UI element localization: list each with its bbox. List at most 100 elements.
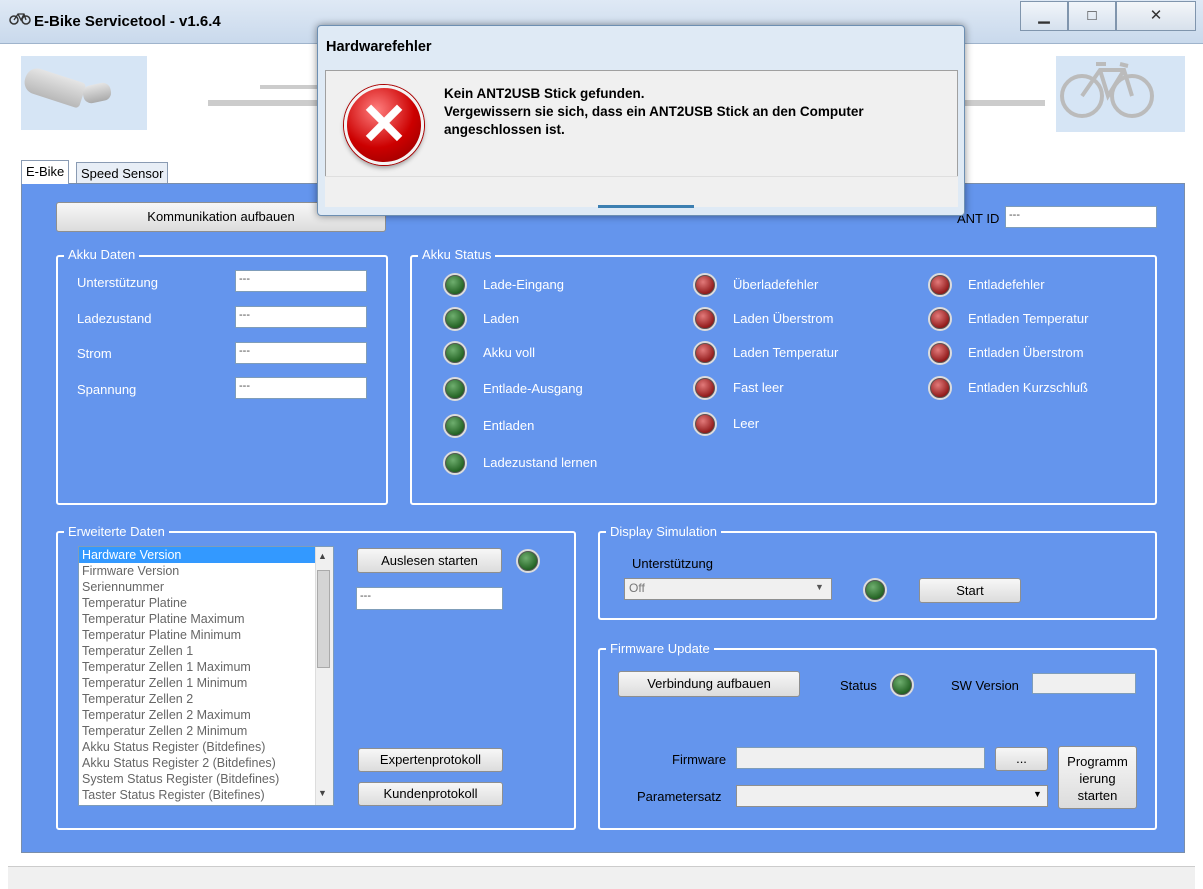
start-button[interactable]: Start (919, 578, 1021, 603)
status-lade-eingang: Lade-Eingang (483, 277, 564, 292)
expertenprotokoll-button[interactable]: Expertenprotokoll (358, 748, 503, 772)
status-bar (8, 866, 1195, 889)
list-item[interactable]: Akku Status Register (Bitdefines) (79, 739, 333, 755)
sw-version-field (1032, 673, 1136, 694)
unterstuetzung-select[interactable]: Off (624, 578, 832, 600)
led-entladen-kurzschluss (928, 376, 952, 400)
status-laden-temperatur: Laden Temperatur (733, 345, 839, 360)
led-entladen (443, 414, 467, 438)
led-leer (693, 412, 717, 436)
scrollbar-thumb[interactable] (317, 570, 330, 668)
verbindung-aufbauen-button[interactable]: Verbindung aufbauen (618, 671, 800, 697)
scroll-down-icon[interactable]: ▼ (318, 788, 327, 798)
maximize-button[interactable]: □ (1068, 1, 1116, 31)
firmware-path-field[interactable] (736, 747, 985, 769)
list-item[interactable]: Temperatur Platine Maximum (79, 611, 333, 627)
list-item[interactable]: Temperatur Platine (79, 595, 333, 611)
status-entladen-ueberstrom: Entladen Überstrom (968, 345, 1084, 360)
led-laden-ueberstrom (693, 307, 717, 331)
akku-label-unterstuetzung: Unterstützung (77, 275, 158, 290)
status-fast-leer: Fast leer (733, 380, 784, 395)
scroll-up-icon[interactable]: ▲ (318, 551, 327, 561)
ladezustand-field[interactable]: --- (235, 306, 367, 328)
status-akku-voll: Akku voll (483, 345, 536, 360)
led-ladezustand-lernen (443, 451, 467, 475)
display-unterstuetzung-label: Unterstützung (632, 556, 713, 571)
led-entladen-ueberstrom (928, 341, 952, 365)
dialog-button-bar (325, 176, 958, 207)
status-laden-ueberstrom: Laden Überstrom (733, 311, 834, 326)
chevron-down-icon[interactable]: ▼ (1033, 789, 1042, 799)
dialog-message-line1: Kein ANT2USB Stick gefunden. (444, 86, 645, 101)
list-item[interactable]: Akku Status Register 2 (Bitdefines) (79, 755, 333, 771)
bicycle-logo (1056, 56, 1185, 132)
speed-line-decoration (260, 85, 320, 89)
erweiterte-daten-list[interactable]: Hardware Version Firmware Version Serien… (78, 546, 334, 806)
status-entladefehler: Entladefehler (968, 277, 1045, 292)
led-fast-leer (693, 376, 717, 400)
status-ueberladefehler: Überladefehler (733, 277, 819, 292)
erweiterte-daten-title: Erweiterte Daten (64, 524, 169, 539)
ant-id-field[interactable]: --- (1005, 206, 1157, 228)
led-lade-eingang (443, 273, 467, 297)
akku-status-title: Akku Status (418, 247, 496, 262)
led-entladen-temperatur (928, 307, 952, 331)
list-item[interactable]: Temperatur Zellen 2 Maximum (79, 707, 333, 723)
dialog-message-line2: Vergewissern sie sich, dass ein ANT2USB … (444, 104, 864, 119)
programmierung-starten-button[interactable]: Programm ierung starten (1058, 746, 1137, 809)
status-entladen: Entladen (483, 418, 535, 433)
auslesen-value-field[interactable]: --- (356, 587, 503, 610)
chevron-down-icon[interactable]: ▼ (815, 582, 824, 592)
list-item[interactable]: Temperatur Zellen 1 (79, 643, 333, 659)
dialog-message-line3: angeschlossen ist. (444, 122, 565, 137)
list-item[interactable]: Temperatur Zellen 2 Minimum (79, 723, 333, 739)
status-laden: Laden (483, 311, 520, 326)
led-auslesen (516, 549, 540, 573)
list-item[interactable]: Firmware Version (79, 563, 333, 579)
speed-line-decoration (965, 100, 1045, 106)
window-title: E-Bike Servicetool - v1.6.4 (34, 13, 221, 30)
error-icon: ✕ (344, 85, 424, 165)
sw-version-label: SW Version (951, 678, 1019, 693)
list-item[interactable]: Temperatur Zellen 2 (79, 691, 333, 707)
firmware-update-title: Firmware Update (606, 641, 714, 656)
display-simulation-group (598, 531, 1157, 620)
led-entlade-ausgang (443, 377, 467, 401)
led-ueberladefehler (693, 273, 717, 297)
list-item[interactable]: Taster Status Register (Bitefines) (79, 787, 333, 803)
led-akku-voll (443, 341, 467, 365)
list-item[interactable]: Seriennummer (79, 579, 333, 595)
bicycle-icon (9, 11, 31, 27)
firmware-label: Firmware (672, 752, 727, 767)
list-item[interactable]: Hardware Version (79, 547, 333, 563)
tab-ebike[interactable]: E-Bike (21, 160, 70, 184)
status-entlade-ausgang: Entlade-Ausgang (483, 381, 583, 396)
dialog-ok-button[interactable] (598, 205, 694, 208)
minimize-button[interactable]: ▁ (1020, 1, 1068, 31)
unterstuetzung-field[interactable]: --- (235, 270, 367, 292)
led-entladefehler (928, 273, 952, 297)
akku-label-strom: Strom (77, 346, 112, 361)
list-item[interactable]: System Status Register (Bitdefines) (79, 771, 333, 787)
list-item[interactable]: Temperatur Zellen 1 Minimum (79, 675, 333, 691)
tab-speed-sensor[interactable]: Speed Sensor (76, 162, 169, 184)
status-ladezustand-lernen: Ladezustand lernen (483, 455, 598, 470)
speed-line-decoration (208, 100, 318, 106)
close-window-button[interactable]: ✕ (1116, 1, 1196, 31)
spannung-field[interactable]: --- (235, 377, 367, 399)
akku-label-spannung: Spannung (77, 382, 137, 397)
status-leer: Leer (733, 416, 760, 431)
list-item[interactable]: Temperatur Platine Minimum (79, 627, 333, 643)
strom-field[interactable]: --- (235, 342, 367, 364)
browse-button[interactable]: ... (995, 747, 1048, 771)
parametersatz-label: Parametersatz (637, 789, 722, 804)
status-entladen-temperatur: Entladen Temperatur (968, 311, 1089, 326)
led-firmware-status (890, 673, 914, 697)
display-simulation-title: Display Simulation (606, 524, 721, 539)
parametersatz-select[interactable] (736, 785, 1048, 807)
kundenprotokoll-button[interactable]: Kundenprotokoll (358, 782, 503, 806)
firmware-status-label: Status (840, 678, 877, 693)
auslesen-button[interactable]: Auslesen starten (357, 548, 502, 573)
led-laden-temperatur (693, 341, 717, 365)
list-item[interactable]: Temperatur Zellen 1 Maximum (79, 659, 333, 675)
